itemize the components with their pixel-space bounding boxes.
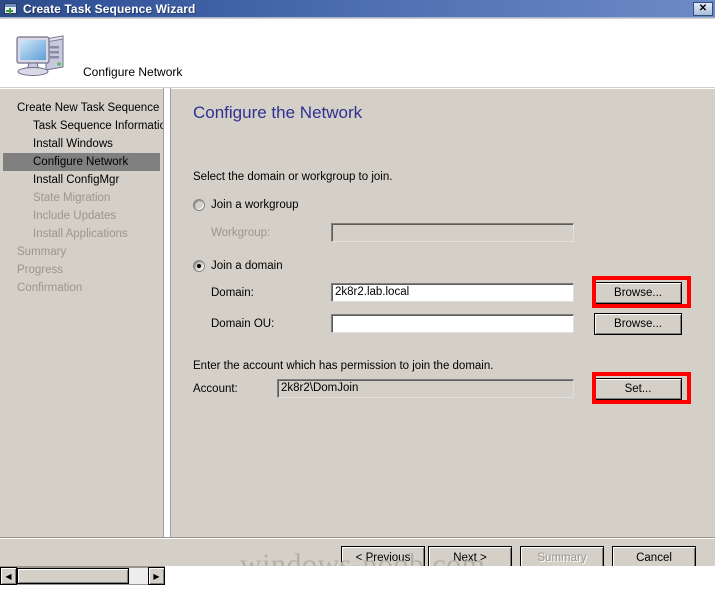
title-bar: Create Task Sequence Wizard ✕ [0,0,715,18]
sidebar-item-label: Task Sequence Informatio [33,120,166,132]
sidebar-item-label: Install Applications [33,228,128,240]
sidebar-item-install-configmgr[interactable]: Install ConfigMgr [0,171,163,189]
radio-indicator-workgroup [193,199,205,211]
account-set-button[interactable]: Set... [594,378,682,400]
sidebar-item-state-migration: State Migration [0,189,163,207]
join-domain-radio[interactable]: Join a domain [193,260,283,272]
join-workgroup-radio[interactable]: Join a workgroup [193,199,299,211]
sidebar-item-label: Include Updates [33,210,117,222]
radio-indicator-domain [193,260,205,272]
sidebar-item-confirmation: Confirmation [0,279,163,297]
create-task-sequence-wizard-window: Create Task Sequence Wizard ✕ Configure … [0,0,715,589]
sidebar-item-label: Create New Task Sequence [17,102,160,114]
sidebar-item-label: Confirmation [17,282,83,294]
account-input: 2k8r2\DomJoin [277,379,574,398]
page-title: Configure the Network [193,103,363,122]
account-field-label: Account: [193,383,238,395]
wizard-content-panel: Configure the Network Select the domain … [171,88,715,554]
sidebar-item-configure-network[interactable]: Configure Network [3,153,160,171]
domain-ou-browse-button[interactable]: Browse... [594,313,682,335]
wizard-step-list: Create New Task Sequence Task Sequence In… [0,88,166,554]
sidebar-item-task-sequence-informatio[interactable]: Task Sequence Informatio [0,117,166,135]
sidebar-item-label: Install Windows [33,138,113,150]
window-title: Create Task Sequence Wizard [23,1,196,16]
scrollbar-thumb[interactable] [17,568,129,584]
domain-ou-input[interactable] [331,314,574,333]
scroll-right-arrow-icon[interactable]: ▶ [148,567,165,585]
sidebar-item-label: Configure Network [33,156,129,168]
sidebar-item-summary: Summary [0,243,163,261]
sidebar-item-install-applications: Install Applications [0,225,163,243]
domain-instruction-text: Select the domain or workgroup to join. [193,171,393,183]
scrollbar-track[interactable] [17,567,148,585]
horizontal-scrollbar[interactable]: ◀ ▶ [0,566,165,585]
sidebar-item-include-updates: Include Updates [0,207,163,225]
account-instruction-text: Enter the account which has permission t… [193,360,494,372]
sidebar-item-install-windows[interactable]: Install Windows [0,135,163,153]
window-bottom-edge [0,585,715,589]
close-icon[interactable]: ✕ [693,2,713,16]
workgroup-input [331,223,574,242]
wizard-header: Configure Network [0,19,715,87]
sidebar-item-label: State Migration [33,192,111,204]
sidebar-item-progress: Progress [0,261,163,279]
domain-field-label: Domain: [211,287,254,299]
domain-browse-button[interactable]: Browse... [594,282,682,304]
sidebar-item-create-new-task-sequence[interactable]: Create New Task Sequence [0,99,163,117]
computer-icon [13,27,71,79]
domain-ou-field-label: Domain OU: [211,318,275,330]
new-form-icon [3,1,19,17]
domain-input[interactable]: 2k8r2.lab.local [331,283,574,302]
header-step-title: Configure Network [83,65,183,79]
join-workgroup-label: Join a workgroup [211,199,299,211]
sidebar-item-label: Install ConfigMgr [33,174,120,186]
sidebar-item-label: Progress [17,264,64,276]
workgroup-field-label: Workgroup: [211,227,271,239]
panel-divider [163,88,171,554]
sidebar-item-label: Summary [17,246,67,258]
join-domain-label: Join a domain [211,260,283,272]
scroll-left-arrow-icon[interactable]: ◀ [0,567,17,585]
